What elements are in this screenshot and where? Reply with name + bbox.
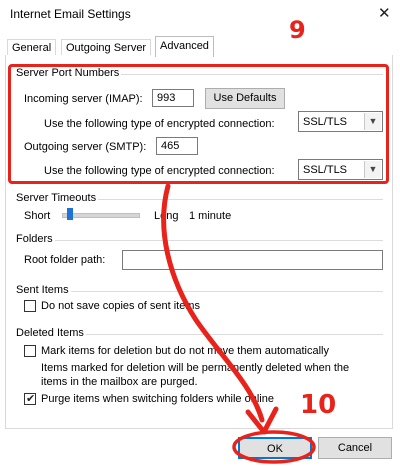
tab-advanced[interactable]: Advanced (155, 36, 214, 57)
annotation-arrow (161, 183, 316, 464)
